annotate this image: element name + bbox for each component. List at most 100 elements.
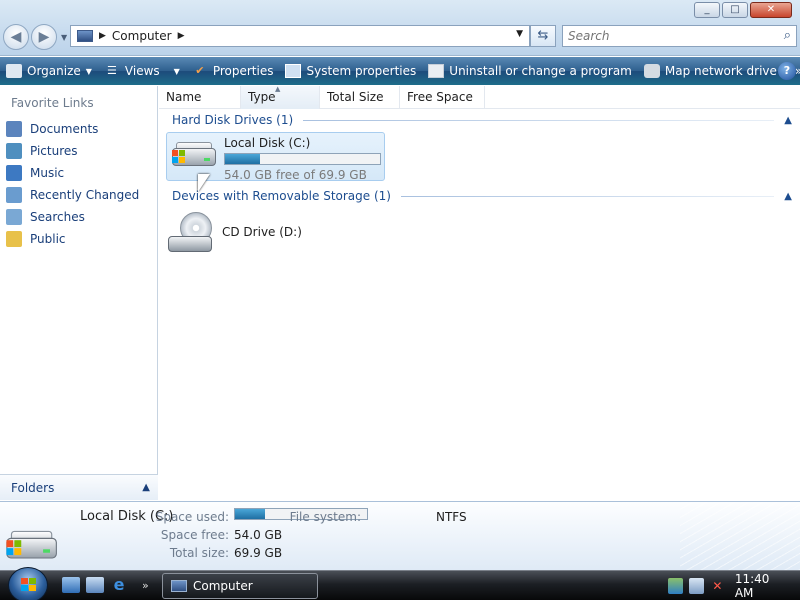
- map-network-drive-icon: [643, 64, 660, 78]
- organize-label: Organize: [27, 64, 81, 78]
- sort-arrow-icon: ▲: [275, 85, 281, 93]
- chevron-up-icon[interactable]: ▲: [784, 115, 792, 126]
- navigation-buttons: ◀ ▶ ▼: [3, 24, 67, 50]
- start-button[interactable]: [8, 567, 48, 600]
- sidebar-item-label: Recently Changed: [30, 188, 140, 202]
- sidebar-item-searches[interactable]: Searches: [6, 206, 139, 228]
- organize-icon: [6, 64, 22, 78]
- computer-icon: [171, 580, 187, 592]
- sidebar-item-label: Searches: [30, 210, 85, 224]
- sidebar-item-label: Public: [30, 232, 66, 246]
- recently-changed-icon: [6, 187, 22, 203]
- views-button[interactable]: ☰ Views ▼: [98, 57, 186, 85]
- group-header-removable-storage[interactable]: Devices with Removable Storage (1) ▲: [172, 189, 792, 203]
- system-tray: ✕ 11:40 AM: [668, 571, 800, 600]
- space-used-fill: [235, 509, 265, 519]
- address-dropdown-icon[interactable]: ▼: [516, 29, 523, 39]
- column-header-type[interactable]: ▲ Type: [241, 85, 320, 109]
- favorite-links-heading: Favorite Links: [11, 96, 94, 110]
- group-header-hard-disk-drives[interactable]: Hard Disk Drives (1) ▲: [172, 113, 792, 127]
- recent-pages-dropdown[interactable]: ▼: [61, 33, 67, 42]
- refresh-button[interactable]: ⇆: [530, 25, 556, 47]
- sidebar-item-music[interactable]: Music: [6, 162, 139, 184]
- maximize-button[interactable]: □: [722, 2, 748, 18]
- switch-windows-icon[interactable]: [86, 577, 104, 593]
- column-header-name[interactable]: Name: [159, 86, 241, 109]
- group-divider: [303, 119, 775, 121]
- organize-button[interactable]: Organize ▼: [0, 57, 98, 85]
- views-label: Views: [124, 64, 160, 78]
- searches-icon: [6, 209, 22, 225]
- sidebar-item-label: Pictures: [30, 144, 78, 158]
- total-size-label: Total size:: [169, 546, 229, 560]
- volume-muted-icon[interactable]: ✕: [710, 578, 725, 594]
- chevron-down-icon: ▼: [173, 66, 180, 76]
- drive-cd-d[interactable]: CD Drive (D:): [166, 212, 366, 258]
- decorative-swoosh: [680, 502, 800, 571]
- search-box[interactable]: ⌕: [562, 25, 797, 47]
- uninstall-program-button[interactable]: Uninstall or change a program: [422, 57, 638, 85]
- close-button[interactable]: ✕: [750, 2, 792, 18]
- uninstall-label: Uninstall or change a program: [449, 64, 632, 78]
- space-free-label: Space free:: [160, 528, 229, 542]
- public-folder-icon: [6, 231, 22, 247]
- show-desktop-icon[interactable]: [62, 577, 80, 593]
- clock[interactable]: 11:40 AM: [735, 572, 788, 600]
- column-header-free-space[interactable]: Free Space: [400, 86, 485, 109]
- search-icon[interactable]: ⌕: [784, 28, 791, 43]
- cd-drive-icon: [166, 212, 216, 258]
- breadcrumb-separator-icon[interactable]: ▶: [99, 31, 106, 41]
- internet-explorer-icon[interactable]: e: [110, 577, 128, 593]
- system-properties-button[interactable]: System properties: [279, 57, 422, 85]
- hard-disk-icon: [4, 524, 59, 563]
- uninstall-icon: [428, 64, 445, 78]
- group-divider: [400, 195, 775, 197]
- hard-disk-icon: [170, 136, 218, 170]
- taskbar-button-computer[interactable]: Computer: [162, 573, 318, 599]
- details-pane: Local Disk (C:) Space used: File system:…: [0, 501, 800, 571]
- windows-flag-tray-icon[interactable]: [668, 578, 683, 594]
- file-list-area: Name ▲ Type Total Size Free Space Hard D…: [159, 85, 800, 500]
- total-size-value: 69.9 GB: [234, 546, 283, 560]
- taskbar-button-label: Computer: [193, 579, 253, 593]
- network-icon[interactable]: [688, 578, 704, 594]
- chevron-up-icon[interactable]: ▲: [784, 191, 792, 202]
- sidebar-item-recently-changed[interactable]: Recently Changed: [6, 184, 139, 206]
- minimize-button[interactable]: _: [694, 2, 720, 18]
- sidebar-item-label: Music: [30, 166, 65, 180]
- favorite-links-list: Documents Pictures Music Recently Change…: [6, 118, 139, 250]
- sidebar-item-label: Documents: [30, 122, 99, 136]
- drive-name: Local Disk (C:): [224, 136, 311, 150]
- forward-button[interactable]: ▶: [31, 24, 57, 50]
- system-properties-icon: [285, 64, 302, 78]
- column-headers: Name ▲ Type Total Size Free Space: [159, 85, 800, 109]
- more-quick-launch-button[interactable]: »: [142, 579, 149, 592]
- help-button[interactable]: ?: [778, 62, 796, 80]
- folders-label: Folders: [11, 480, 55, 495]
- navigation-pane: Favorite Links Documents Pictures Music …: [0, 86, 158, 500]
- drive-details: CD Drive (D:): [222, 212, 302, 258]
- taskbar: e » Computer ✕ 11:40 AM: [0, 567, 800, 600]
- sidebar-item-public[interactable]: Public: [6, 228, 139, 250]
- properties-icon: ✔: [195, 64, 205, 77]
- address-bar[interactable]: ▶ Computer ▶ ▼: [70, 25, 530, 47]
- properties-button[interactable]: ✔ Properties: [186, 57, 280, 85]
- command-bar: Organize ▼ ☰ Views ▼ ✔ Properties System…: [0, 57, 800, 85]
- column-header-total-size[interactable]: Total Size: [320, 86, 400, 109]
- group-label: Hard Disk Drives (1): [172, 113, 294, 127]
- search-input[interactable]: [563, 26, 763, 46]
- folders-toggle[interactable]: Folders ▲: [0, 474, 158, 500]
- breadcrumb-computer[interactable]: Computer: [112, 29, 172, 43]
- sidebar-item-pictures[interactable]: Pictures: [6, 140, 139, 162]
- sidebar-item-documents[interactable]: Documents: [6, 118, 139, 140]
- back-button[interactable]: ◀: [3, 24, 29, 50]
- map-network-drive-button[interactable]: Map network drive: [638, 57, 783, 85]
- drive-name: CD Drive (D:): [222, 225, 302, 239]
- chevron-down-icon: ▼: [85, 66, 92, 76]
- column-header-type-label: Type: [248, 90, 276, 104]
- breadcrumb-separator-icon[interactable]: ▶: [178, 31, 185, 41]
- drive-capacity-fill: [225, 154, 261, 164]
- file-system-value: NTFS: [436, 510, 467, 524]
- drive-free-space-text: 54.0 GB free of 69.9 GB: [224, 168, 367, 182]
- music-icon: [6, 165, 22, 181]
